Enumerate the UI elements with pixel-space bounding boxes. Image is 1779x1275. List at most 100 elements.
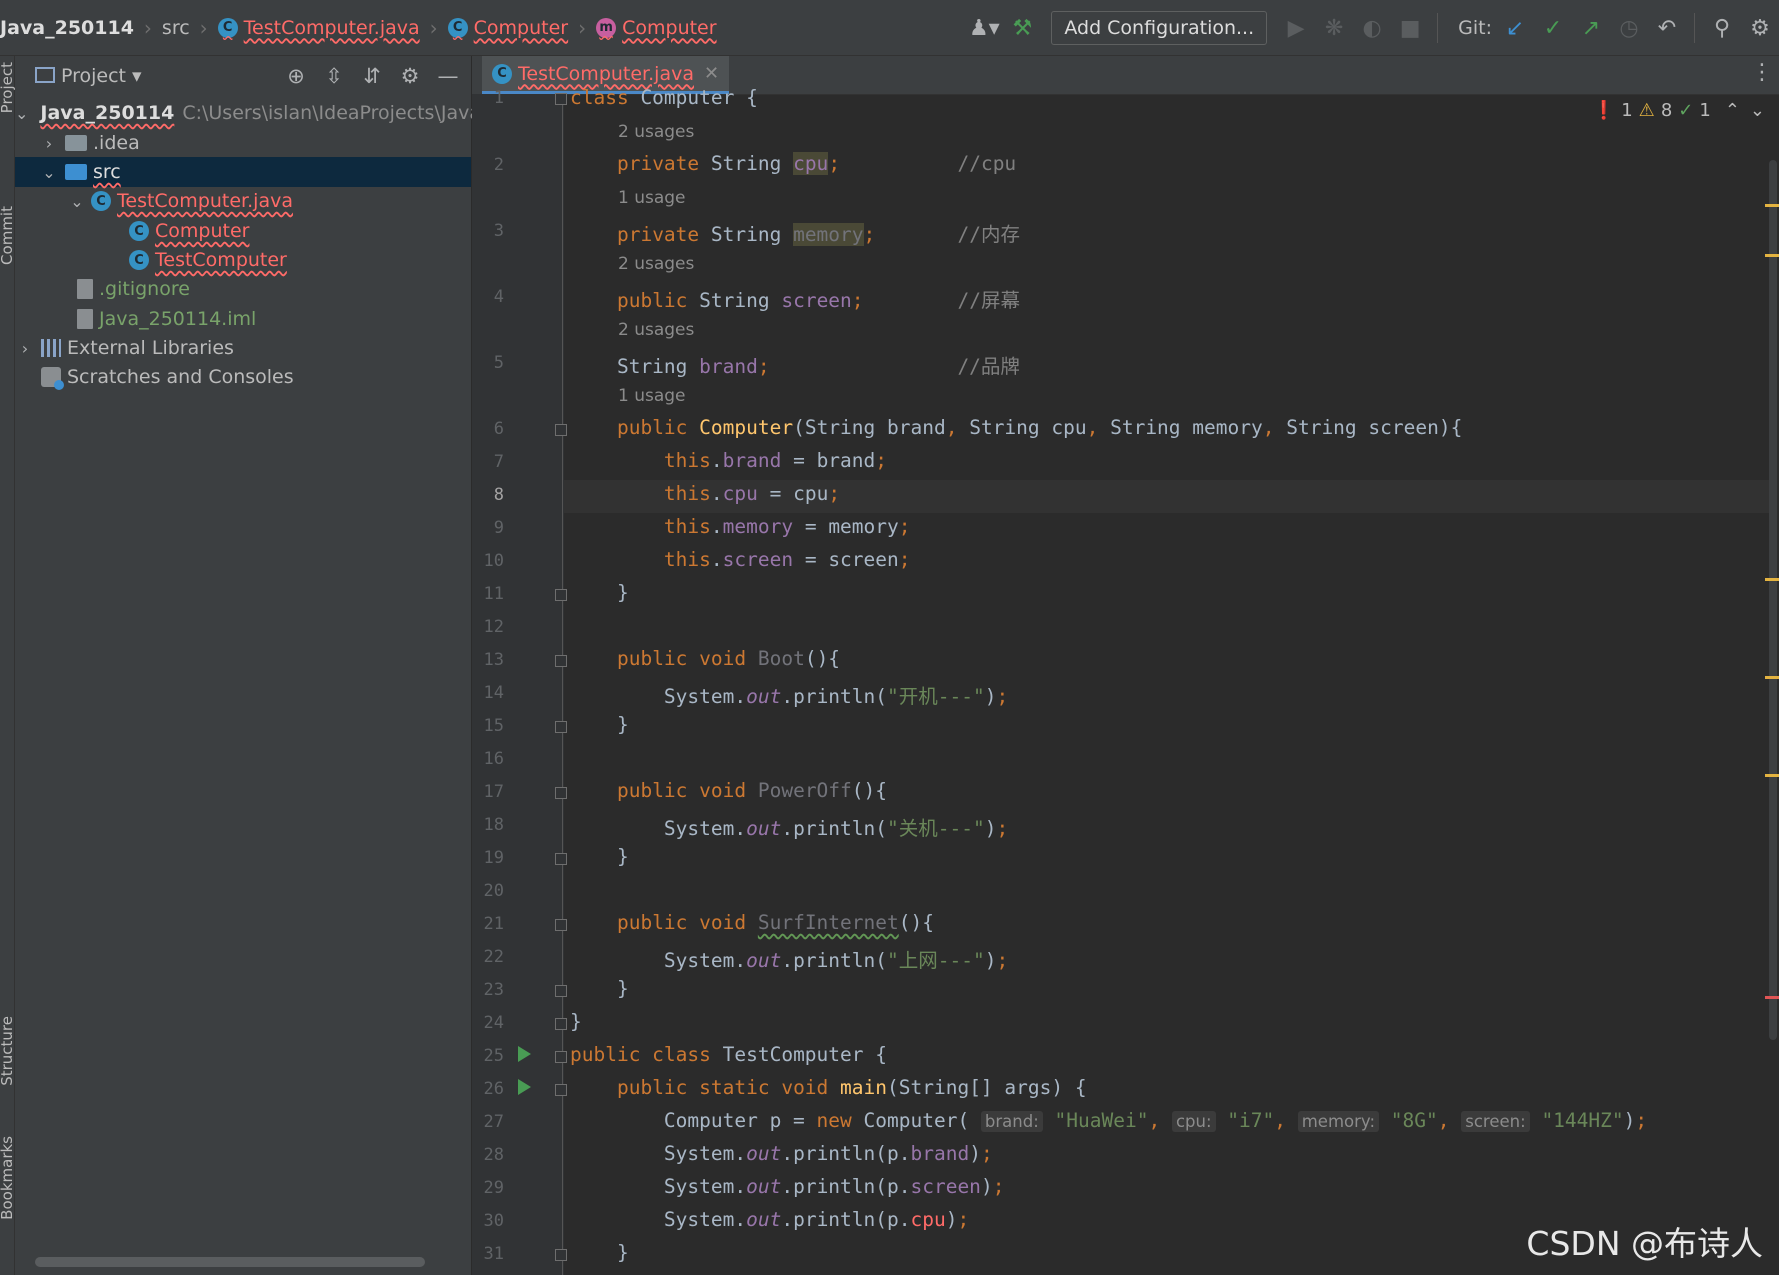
fold-guide	[562, 94, 563, 1275]
user-dropdown-icon[interactable]: ♟▾	[965, 9, 1003, 47]
warning-marker[interactable]	[1765, 578, 1779, 581]
project-view-selector[interactable]: Project ▾	[61, 65, 142, 87]
chevron-down-icon[interactable]: ⌄	[39, 163, 59, 182]
tree-item-idea[interactable]: › .idea	[15, 128, 471, 158]
project-tool-tab[interactable]: Project	[0, 62, 16, 113]
breadcrumb-src[interactable]: src	[162, 17, 190, 39]
fold-icon[interactable]	[555, 1084, 567, 1096]
close-icon[interactable]: ✕	[704, 63, 719, 84]
warning-marker[interactable]	[1765, 676, 1779, 679]
tree-item-src[interactable]: ⌄ src	[15, 157, 471, 187]
vertical-scrollbar[interactable]	[1769, 160, 1777, 1040]
next-highlight-icon[interactable]: ⌄	[1750, 100, 1765, 121]
stop-icon[interactable]: ■	[1391, 9, 1429, 47]
line-number: 11	[483, 584, 504, 604]
fold-icon[interactable]	[555, 919, 567, 931]
ignore-file-icon	[77, 279, 93, 299]
more-options-icon[interactable]: ⋮	[1751, 60, 1773, 85]
code-comment: //屏幕	[957, 289, 1020, 312]
method-icon: m	[596, 17, 617, 38]
error-marker[interactable]	[1765, 996, 1779, 999]
hide-panel-icon[interactable]: —	[429, 64, 467, 88]
fold-icon[interactable]	[555, 1051, 567, 1063]
breadcrumb-project[interactable]: Java_250114	[0, 17, 134, 39]
chevron-down-icon[interactable]: ⌄	[67, 192, 87, 211]
tree-item-computer-class[interactable]: C Computer	[15, 216, 471, 246]
param-hint: cpu:	[1171, 1111, 1216, 1132]
tree-item-iml[interactable]: Java_250114.iml	[15, 304, 471, 334]
breadcrumb-class[interactable]: C Computer	[447, 17, 568, 39]
tree-item-testcomputer-class[interactable]: C TestComputer	[15, 245, 471, 275]
locate-target-icon[interactable]: ⊕	[277, 64, 315, 88]
iml-file-icon	[77, 309, 93, 329]
warning-marker[interactable]	[1765, 774, 1779, 777]
tree-item-root-label: Java_250114	[40, 102, 175, 124]
previous-highlight-icon[interactable]: ⌃	[1725, 100, 1740, 121]
fold-icon[interactable]	[555, 655, 567, 667]
tree-item-root[interactable]: ⌄ Java_250114 C:\Users\islan\IdeaProject…	[15, 98, 490, 128]
fold-icon[interactable]	[555, 985, 567, 997]
breadcrumb-method[interactable]: m Computer	[596, 17, 717, 39]
fold-icon[interactable]	[555, 424, 567, 436]
breadcrumb-file[interactable]: C TestComputer.java	[217, 17, 420, 39]
commit-tool-tab[interactable]: Commit	[0, 206, 16, 265]
string-literal: "144HZ"	[1541, 1109, 1624, 1132]
collapse-all-icon[interactable]: ⇵	[353, 64, 391, 88]
git-history-icon[interactable]: ◷	[1610, 9, 1648, 47]
settings-gear-icon[interactable]: ⚙	[1741, 9, 1779, 47]
run-class-icon[interactable]	[518, 1046, 531, 1062]
fold-icon[interactable]	[555, 721, 567, 733]
line-number: 6	[493, 419, 504, 439]
search-icon[interactable]: ⚲	[1703, 9, 1741, 47]
tree-item-testcomputer-java[interactable]: ⌄ C TestComputer.java	[15, 186, 471, 216]
git-commit-icon[interactable]: ✓	[1534, 9, 1572, 47]
code-comment: //品牌	[957, 355, 1020, 378]
rollback-icon[interactable]: ↶	[1648, 9, 1686, 47]
bookmarks-tool-tab[interactable]: Bookmarks	[0, 1136, 16, 1220]
code-comment: //内存	[957, 223, 1020, 246]
tree-item-scratches[interactable]: Scratches and Consoles	[15, 362, 471, 392]
chevron-right-icon[interactable]: ›	[15, 339, 35, 358]
run-icon[interactable]: ▶	[1277, 9, 1315, 47]
chevron-down-icon[interactable]: ⌄	[15, 104, 28, 123]
line-number: 14	[483, 683, 504, 703]
add-configuration-button[interactable]: Add Configuration...	[1051, 11, 1268, 45]
tree-item-gitignore[interactable]: .gitignore	[15, 274, 471, 304]
fold-icon[interactable]	[555, 1018, 567, 1030]
usage-hint[interactable]: 2 usages	[618, 254, 694, 274]
horizontal-scrollbar[interactable]	[35, 1257, 425, 1267]
warning-marker[interactable]	[1765, 254, 1779, 257]
git-push-icon[interactable]: ↗	[1572, 9, 1610, 47]
usage-hint[interactable]: 2 usages	[618, 122, 694, 142]
inspection-widget[interactable]: ❗ 1 ⚠ 8 ✓ 1 ⌃ ⌄	[1587, 100, 1765, 121]
string-literal: "关机---"	[887, 817, 985, 840]
structure-tool-tab[interactable]: Structure	[0, 1016, 16, 1086]
fold-icon[interactable]	[555, 589, 567, 601]
usage-hint[interactable]: 1 usage	[618, 386, 686, 406]
tree-item-label: Java_250114.iml	[99, 308, 257, 330]
code-line: public class TestComputer {	[570, 1043, 887, 1066]
fold-icon[interactable]	[555, 853, 567, 865]
navigation-bar: Java_250114 › src › C TestComputer.java ›…	[0, 0, 1779, 56]
build-hammer-icon[interactable]: ⚒	[1003, 9, 1041, 47]
coverage-icon[interactable]: ◐	[1353, 9, 1391, 47]
git-update-icon[interactable]: ↙	[1496, 9, 1534, 47]
chevron-right-icon[interactable]: ›	[39, 134, 59, 153]
tree-item-external-libraries[interactable]: › External Libraries	[15, 333, 471, 363]
string-literal: "HuaWei"	[1054, 1109, 1149, 1132]
fold-icon[interactable]	[555, 93, 567, 105]
options-gear-icon[interactable]: ⚙	[391, 64, 429, 88]
usage-hint[interactable]: 1 usage	[618, 188, 686, 208]
line-number: 28	[483, 1145, 504, 1165]
code-line: }	[570, 1241, 629, 1264]
debug-icon[interactable]: ❋	[1315, 9, 1353, 47]
java-file-icon: C	[492, 63, 512, 84]
run-main-icon[interactable]	[518, 1079, 531, 1095]
expand-all-icon[interactable]: ⇳	[315, 64, 353, 88]
warning-marker[interactable]	[1765, 204, 1779, 207]
usage-hint[interactable]: 2 usages	[618, 320, 694, 340]
fold-icon[interactable]	[555, 787, 567, 799]
toolbar-separator	[1694, 13, 1695, 43]
fold-icon[interactable]	[555, 1249, 567, 1261]
string-literal: "开机---"	[887, 685, 985, 708]
